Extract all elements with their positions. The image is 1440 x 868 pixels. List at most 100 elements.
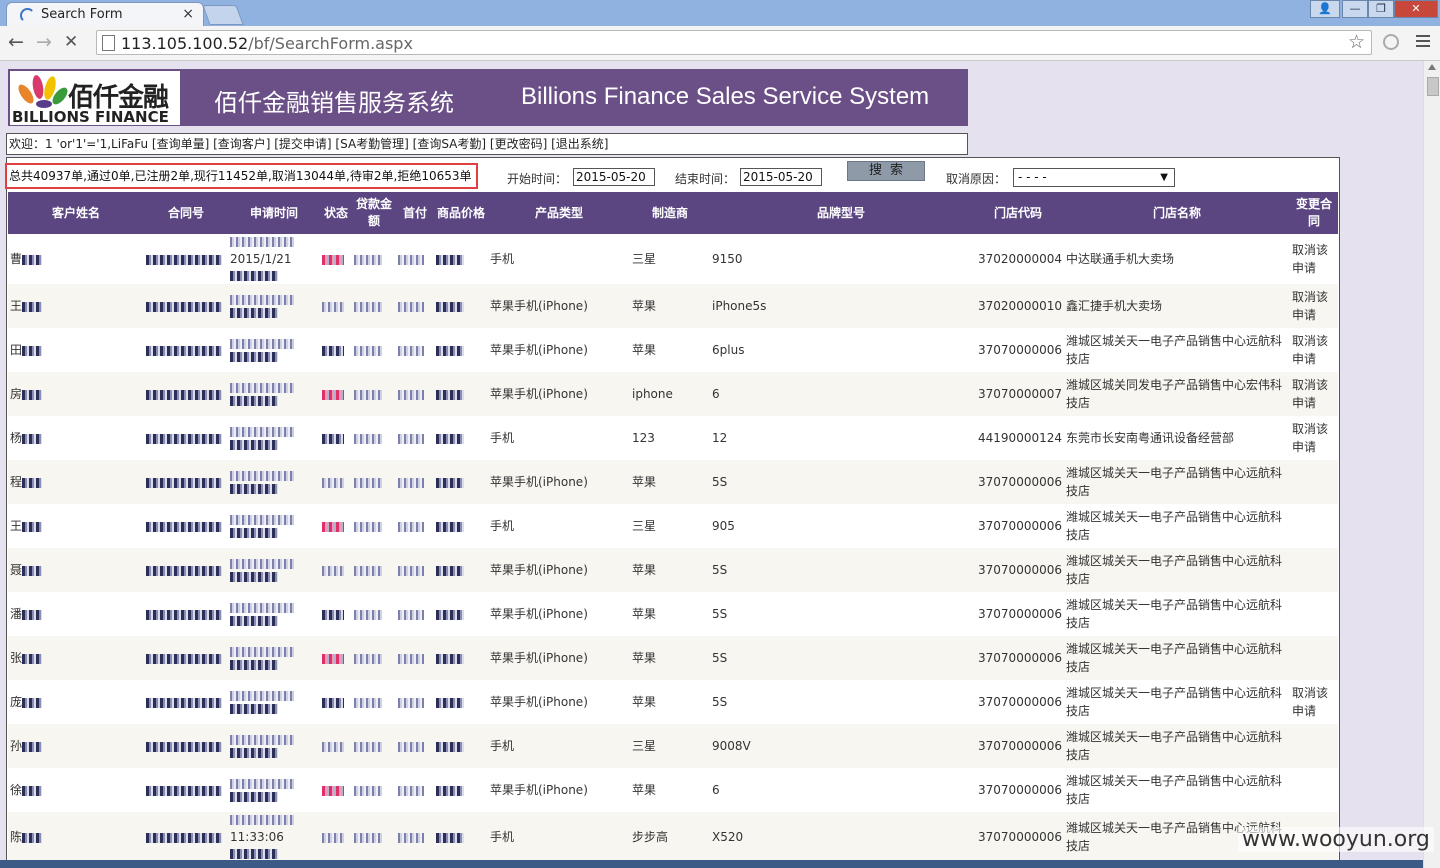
tab-title: Search Form <box>41 7 123 22</box>
cell-status <box>320 548 352 592</box>
cancel-application-link[interactable]: 取消该申请 <box>1290 680 1338 724</box>
cell-store-name: 潍城区城关天一电子产品销售中心远航科技店 <box>1064 328 1290 372</box>
tab-close-icon[interactable]: × <box>182 6 194 22</box>
redacted-value <box>230 271 278 281</box>
table-row[interactable]: 曹 2015/1/21 手机 三星 9150 37020000004 中达联通手机大卖场 取消… <box>8 234 1338 284</box>
table-row[interactable]: 杨 手机 123 12 44190000124 东莞市长安南粤通讯设备经营部 取消该申请 <box>8 416 1338 460</box>
cell-product-type: 苹果手机(iPhone) <box>488 768 630 812</box>
redacted-value <box>322 609 344 620</box>
scroll-thumb[interactable] <box>1427 77 1439 96</box>
cell-product-type: 手机 <box>488 724 630 768</box>
table-row[interactable]: 程 苹果手机(iPhone) 苹果 5S 37070000006 潍城区城关天一电子产品销… <box>8 460 1338 504</box>
stop-loading-button[interactable]: ✕ <box>64 32 78 52</box>
cancel-application-link[interactable] <box>1290 724 1338 768</box>
restore-button[interactable]: ❐ <box>1368 0 1394 18</box>
cell-price <box>434 372 488 416</box>
cancel-application-link[interactable]: 取消该申请 <box>1290 328 1338 372</box>
cancel-application-link[interactable] <box>1290 548 1338 592</box>
redacted-value <box>230 615 278 626</box>
redacted-value <box>398 832 424 843</box>
redacted-value <box>398 389 424 400</box>
back-button[interactable]: ← <box>8 32 24 52</box>
cell-manufacturer: 苹果 <box>630 680 710 724</box>
cell-store-name: 潍城区城关天一电子产品销售中心远航科技店 <box>1064 680 1290 724</box>
extension-icon[interactable] <box>1383 34 1399 50</box>
cell-manufacturer: 苹果 <box>630 460 710 504</box>
cell-customer-name: 孙 <box>8 724 144 768</box>
redacted-value <box>322 345 344 356</box>
redacted-value <box>22 609 43 620</box>
table-row[interactable]: 庞 苹果手机(iPhone) 苹果 5S 37070000006 潍城区城关天一电子产品销… <box>8 680 1338 724</box>
cell-product-type: 手机 <box>488 416 630 460</box>
cancel-application-link[interactable]: 取消该申请 <box>1290 284 1338 328</box>
cell-store-name: 潍城区城关天一电子产品销售中心远航科技店 <box>1064 592 1290 636</box>
redacted-value <box>146 345 222 356</box>
cell-status <box>320 636 352 680</box>
page-scrollbar[interactable] <box>1423 61 1440 868</box>
cell-store-code: 37070000006 <box>972 680 1064 724</box>
cell-store-code: 37020000010 <box>972 284 1064 328</box>
cell-customer-name: 程 <box>8 460 144 504</box>
cancel-application-link[interactable] <box>1290 460 1338 504</box>
cancel-application-link[interactable] <box>1290 592 1338 636</box>
cancel-application-link[interactable]: 取消该申请 <box>1290 234 1338 284</box>
forward-button[interactable]: → <box>36 32 52 52</box>
browser-tab[interactable]: Search Form × <box>6 2 204 26</box>
redacted-value <box>22 741 43 752</box>
address-url[interactable]: 113.105.100.52/bf/SearchForm.aspx <box>121 34 413 53</box>
redacted-value <box>322 741 344 752</box>
redacted-value <box>354 345 382 356</box>
search-button[interactable]: 搜索 <box>847 161 925 181</box>
cancel-application-link[interactable] <box>1290 768 1338 812</box>
cell-manufacturer: iphone <box>630 372 710 416</box>
table-row[interactable]: 张 苹果手机(iPhone) 苹果 5S 37070000006 潍城区城关天一电子产品销… <box>8 636 1338 680</box>
redacted-value <box>22 521 43 532</box>
table-row[interactable]: 房 苹果手机(iPhone) iphone 6 37070000007 潍城区城关同发电子… <box>8 372 1338 416</box>
cell-status <box>320 504 352 548</box>
table-row[interactable]: 潘 苹果手机(iPhone) 苹果 5S 37070000006 潍城区城关天一电子产品销… <box>8 592 1338 636</box>
address-bar[interactable]: 113.105.100.52/bf/SearchForm.aspx ☆ <box>96 30 1372 55</box>
cell-model: 6plus <box>710 328 972 372</box>
bookmark-star-icon[interactable]: ☆ <box>1348 31 1365 53</box>
welcome-nav-bar[interactable]: 欢迎：1 'or'1'='1,LiFaFu [查询单量] [查询客户] [提交申… <box>6 133 968 155</box>
cell-loan-amount <box>352 372 396 416</box>
new-tab-button[interactable] <box>202 5 244 25</box>
cell-model: X520 <box>710 812 972 862</box>
redacted-value <box>230 571 278 582</box>
table-row[interactable]: 陈 11:33:06 手机 步步高 X520 37070000006 潍城区城关天一电子产品… <box>8 812 1338 862</box>
start-date-input[interactable]: 2015-05-20 <box>573 168 655 186</box>
cancel-application-link[interactable]: 取消该申请 <box>1290 416 1338 460</box>
cell-product-type: 苹果手机(iPhone) <box>488 680 630 724</box>
redacted-value <box>230 514 294 525</box>
table-row[interactable]: 聂 苹果手机(iPhone) 苹果 5S 37070000006 潍城区城关天一电子产品销… <box>8 548 1338 592</box>
end-time-label: 结束时间： <box>675 172 736 186</box>
cell-contract-no <box>144 768 228 812</box>
cancel-application-link[interactable] <box>1290 636 1338 680</box>
redacted-value <box>146 521 222 532</box>
cell-down-payment <box>396 768 434 812</box>
cell-product-type: 苹果手机(iPhone) <box>488 548 630 592</box>
close-window-button[interactable]: ✕ <box>1394 0 1438 18</box>
redacted-value <box>436 697 464 708</box>
column-header: 制造商 <box>630 192 710 234</box>
redacted-value <box>230 815 294 825</box>
cancel-application-link[interactable]: 取消该申请 <box>1290 372 1338 416</box>
cell-status <box>320 768 352 812</box>
scroll-up-arrow-icon[interactable] <box>1428 64 1436 70</box>
cancel-reason-select[interactable]: - - - - ▼ <box>1013 168 1175 187</box>
redacted-value <box>436 345 464 356</box>
table-row[interactable]: 王 苹果手机(iPhone) 苹果 iPhone5s 37020000010 鑫汇捷手机大… <box>8 284 1338 328</box>
end-date-input[interactable]: 2015-05-20 <box>740 168 822 186</box>
cell-contract-no <box>144 234 228 284</box>
profile-button[interactable]: 👤 <box>1310 0 1340 18</box>
minimize-button[interactable]: — <box>1342 0 1368 18</box>
redacted-value <box>146 653 222 664</box>
cell-manufacturer: 三星 <box>630 504 710 548</box>
table-row[interactable]: 王 手机 三星 905 37070000006 潍城区城关天一电子产品销售中心远航科技店 <box>8 504 1338 548</box>
cancel-application-link[interactable] <box>1290 504 1338 548</box>
cell-price <box>434 636 488 680</box>
browser-menu-icon[interactable] <box>1416 35 1430 47</box>
table-row[interactable]: 田 苹果手机(iPhone) 苹果 6plus 37070000006 潍城区城关天一电子… <box>8 328 1338 372</box>
table-row[interactable]: 孙 手机 三星 9008V 37070000006 潍城区城关天一电子产品销售中心远航科技… <box>8 724 1338 768</box>
table-row[interactable]: 徐 苹果手机(iPhone) 苹果 6 37070000006 潍城区城关天一电子产品销售… <box>8 768 1338 812</box>
